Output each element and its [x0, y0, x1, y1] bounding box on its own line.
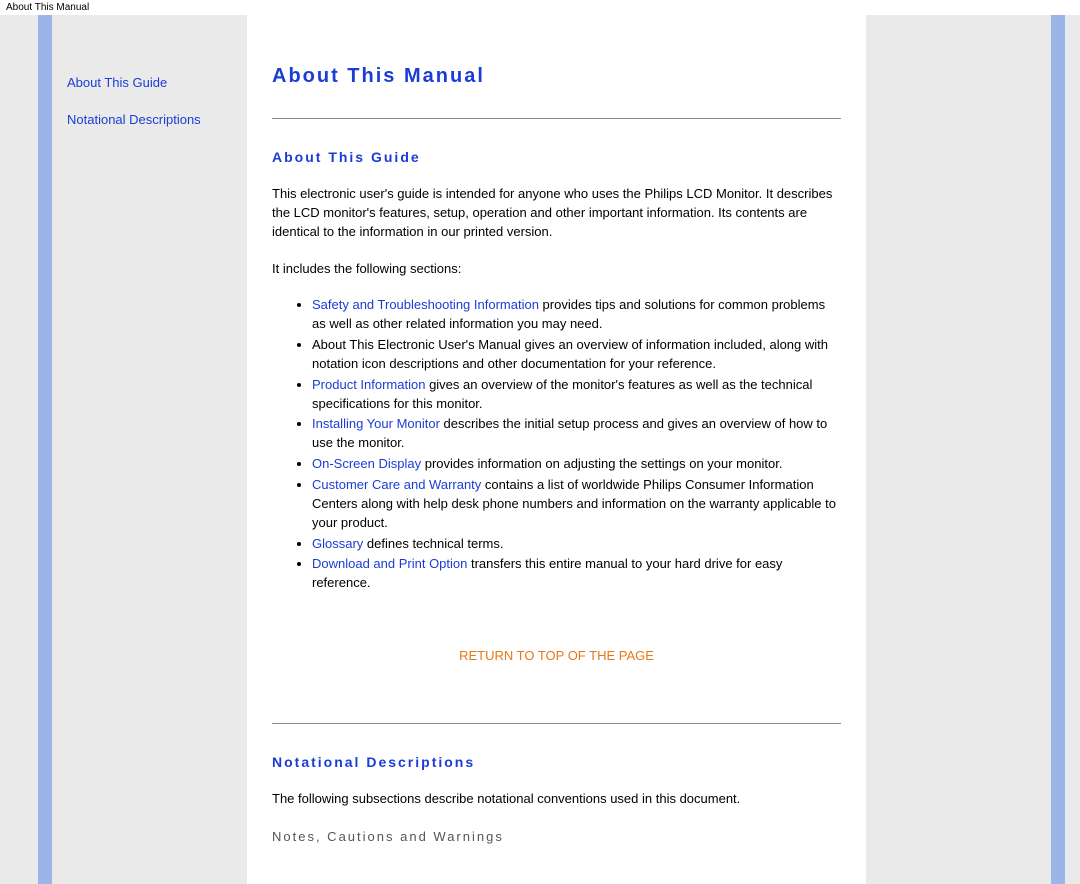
divider: [272, 118, 841, 119]
list-item-text: provides information on adjusting the se…: [421, 456, 782, 471]
sidebar-link-about-this-guide[interactable]: About This Guide: [67, 75, 237, 90]
list-item: Download and Print Option transfers this…: [312, 555, 841, 593]
list-item: Glossary defines technical terms.: [312, 535, 841, 554]
sections-list: Safety and Troubleshooting Information p…: [272, 296, 841, 593]
subsection-heading-notes-cautions-warnings: Notes, Cautions and Warnings: [272, 829, 866, 844]
list-item: Installing Your Monitor describes the in…: [312, 415, 841, 453]
return-to-top-link[interactable]: RETURN TO TOP OF THE PAGE: [272, 648, 841, 663]
sections-lead-in: It includes the following sections:: [272, 260, 841, 279]
right-accent-stripe: [1051, 15, 1065, 884]
list-item: On-Screen Display provides information o…: [312, 455, 841, 474]
list-item-text: defines technical terms.: [363, 536, 503, 551]
main-content: About This Manual About This Guide This …: [247, 15, 866, 884]
intro-paragraph: This electronic user's guide is intended…: [272, 185, 841, 242]
link-on-screen-display[interactable]: On-Screen Display: [312, 456, 421, 471]
right-gutter: [866, 15, 1051, 884]
list-item: Customer Care and Warranty contains a li…: [312, 476, 841, 533]
link-product-information[interactable]: Product Information: [312, 377, 425, 392]
page-body: About This Guide Notational Descriptions…: [0, 15, 1080, 884]
list-item-text: About This Electronic User's Manual give…: [312, 337, 828, 371]
page-title: About This Manual: [272, 65, 866, 88]
link-safety-troubleshooting[interactable]: Safety and Troubleshooting Information: [312, 297, 539, 312]
list-item: Safety and Troubleshooting Information p…: [312, 296, 841, 334]
sidebar: About This Guide Notational Descriptions: [52, 15, 247, 884]
section-heading-notational-descriptions: Notational Descriptions: [272, 754, 866, 770]
link-glossary[interactable]: Glossary: [312, 536, 363, 551]
link-customer-care-warranty[interactable]: Customer Care and Warranty: [312, 477, 481, 492]
divider: [272, 723, 841, 724]
list-item: Product Information gives an overview of…: [312, 376, 841, 414]
window-title: About This Manual: [0, 0, 1080, 15]
link-installing-monitor[interactable]: Installing Your Monitor: [312, 416, 440, 431]
section-heading-about-this-guide: About This Guide: [272, 149, 866, 165]
sidebar-link-notational-descriptions[interactable]: Notational Descriptions: [67, 112, 237, 127]
list-item: About This Electronic User's Manual give…: [312, 336, 841, 374]
left-accent-stripe: [38, 15, 52, 884]
link-download-print[interactable]: Download and Print Option: [312, 556, 467, 571]
notational-intro: The following subsections describe notat…: [272, 790, 841, 809]
